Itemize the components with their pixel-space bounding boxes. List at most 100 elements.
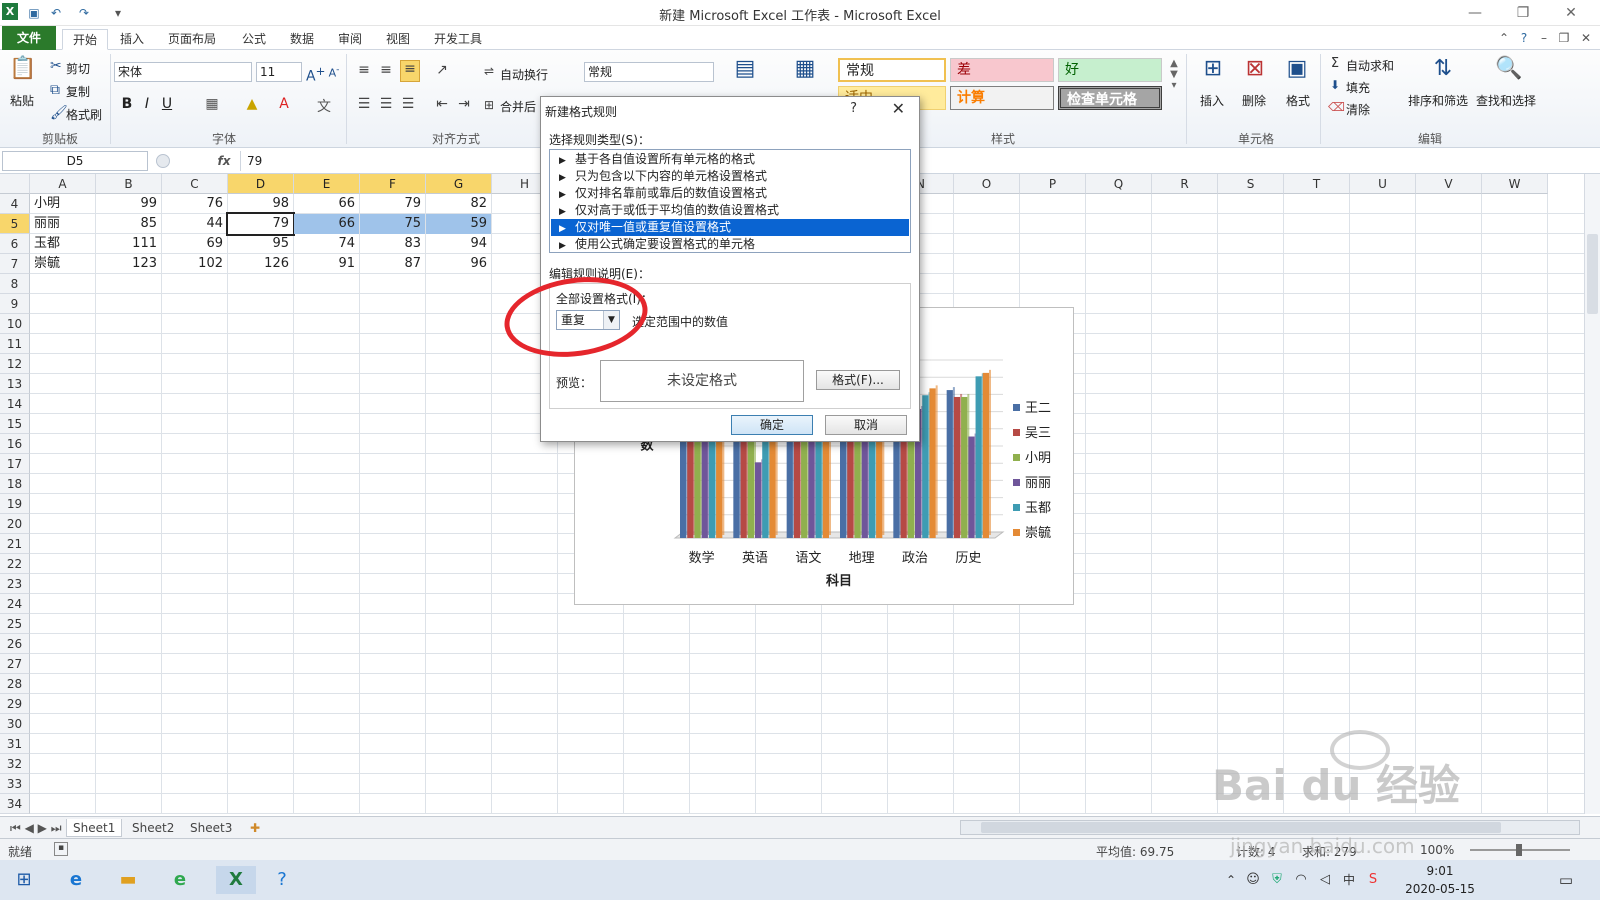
styles-scroll-icon[interactable]: ▲ ▼ ▾ bbox=[1168, 58, 1180, 91]
tab-view[interactable]: 视图 bbox=[376, 29, 420, 50]
font-name-select[interactable]: 宋体 bbox=[114, 62, 252, 82]
column-header-d[interactable]: D bbox=[228, 174, 294, 194]
cell-value[interactable]: 79 bbox=[360, 194, 425, 214]
cell-name[interactable]: 小明 bbox=[30, 194, 96, 214]
tab-formulas[interactable]: 公式 bbox=[232, 29, 276, 50]
rule-type-item[interactable]: ▶ 仅对高于或低于平均值的数值设置格式 bbox=[551, 202, 909, 219]
vertical-scroll-thumb[interactable] bbox=[1587, 234, 1598, 314]
dialog-close-icon[interactable]: ✕ bbox=[892, 99, 905, 118]
align-left-icon[interactable]: ☰ bbox=[356, 96, 372, 112]
style-calculation[interactable]: 计算 bbox=[950, 86, 1054, 110]
row-header-17[interactable]: 17 bbox=[0, 454, 30, 474]
row-header-15[interactable]: 15 bbox=[0, 414, 30, 434]
row-header-5[interactable]: 5 bbox=[0, 214, 30, 234]
row-header-18[interactable]: 18 bbox=[0, 474, 30, 494]
row-header-20[interactable]: 20 bbox=[0, 514, 30, 534]
dialog-help-icon[interactable]: ? bbox=[850, 101, 857, 116]
cell-value[interactable]: 66 bbox=[294, 194, 359, 214]
cell-value[interactable]: 82 bbox=[426, 194, 491, 214]
column-header-r[interactable]: R bbox=[1152, 174, 1218, 194]
align-top-icon[interactable]: ≡ bbox=[356, 62, 372, 78]
align-bottom-icon[interactable]: ≡ bbox=[400, 60, 420, 82]
orientation-icon[interactable]: ↗ bbox=[434, 62, 450, 78]
formula-cancel-icon[interactable] bbox=[156, 154, 170, 168]
column-header-c[interactable]: C bbox=[162, 174, 228, 194]
tab-page-layout[interactable]: 页面布局 bbox=[158, 29, 226, 50]
doc-close-icon[interactable]: ✕ bbox=[1578, 29, 1594, 47]
format-cells-button[interactable]: 格式 bbox=[1286, 92, 1310, 109]
volume-icon[interactable]: ◁ bbox=[1316, 866, 1334, 894]
row-header-31[interactable]: 31 bbox=[0, 734, 30, 754]
row-header-23[interactable]: 23 bbox=[0, 574, 30, 594]
align-middle-icon[interactable]: ≡ bbox=[378, 62, 394, 78]
italic-icon[interactable]: I bbox=[140, 96, 154, 112]
row-header-27[interactable]: 27 bbox=[0, 654, 30, 674]
conditional-format-icon[interactable]: ▤ bbox=[730, 56, 760, 81]
table-format-icon[interactable]: ▦ bbox=[790, 56, 820, 81]
phonetic-icon[interactable]: 文 bbox=[316, 96, 332, 116]
browser-icon[interactable]: e bbox=[166, 866, 194, 894]
cell-value[interactable]: 126 bbox=[228, 254, 293, 274]
fill-color-icon[interactable]: ▲ bbox=[244, 96, 260, 112]
tab-insert[interactable]: 插入 bbox=[110, 29, 154, 50]
column-header-a[interactable]: A bbox=[30, 174, 96, 194]
tab-file[interactable]: 文件 bbox=[2, 26, 56, 50]
row-header-4[interactable]: 4 bbox=[0, 194, 30, 214]
rule-type-list[interactable]: ▶ 基于各自值设置所有单元格的格式 ▶ 只为包含以下内容的单元格设置格式 ▶ 仅对排名靠前… bbox=[549, 149, 911, 253]
sheet-tab-1[interactable]: Sheet1 bbox=[66, 819, 123, 837]
cell-value[interactable]: 94 bbox=[426, 234, 491, 254]
tab-review[interactable]: 审阅 bbox=[328, 29, 372, 50]
bold-icon[interactable]: B bbox=[120, 96, 134, 112]
column-header-f[interactable]: F bbox=[360, 174, 426, 194]
style-normal[interactable]: 常规 bbox=[838, 58, 946, 82]
vertical-scrollbar[interactable] bbox=[1584, 174, 1600, 814]
ribbon-collapse-icon[interactable]: ⌃ bbox=[1496, 29, 1512, 47]
cell-value[interactable]: 96 bbox=[426, 254, 491, 274]
row-header-11[interactable]: 11 bbox=[0, 334, 30, 354]
column-header-w[interactable]: W bbox=[1482, 174, 1548, 194]
ok-button[interactable]: 确定 bbox=[731, 415, 813, 435]
sheet-tab-3[interactable]: Sheet3 bbox=[184, 819, 238, 837]
cell-value[interactable]: 59 bbox=[426, 214, 491, 234]
cell-value[interactable]: 123 bbox=[96, 254, 161, 274]
row-header-32[interactable]: 32 bbox=[0, 754, 30, 774]
sheet-nav-icon[interactable]: ⏮ ◀ ▶ ⏭ bbox=[4, 819, 68, 837]
file-explorer-icon[interactable]: ▬ bbox=[114, 866, 142, 894]
tab-home[interactable]: 开始 bbox=[62, 29, 109, 50]
minimize-icon[interactable]: — bbox=[1460, 3, 1490, 23]
row-header-24[interactable]: 24 bbox=[0, 594, 30, 614]
edge-browser-icon[interactable]: e bbox=[62, 866, 90, 894]
column-header-s[interactable]: S bbox=[1218, 174, 1284, 194]
help-icon[interactable]: ? bbox=[1516, 29, 1532, 47]
cell-value[interactable]: 74 bbox=[294, 234, 359, 254]
tray-expand-icon[interactable]: ⌃ bbox=[1224, 866, 1238, 894]
cell-value[interactable]: 111 bbox=[96, 234, 161, 254]
insert-cells-button[interactable]: 插入 bbox=[1200, 92, 1224, 109]
row-header-8[interactable]: 8 bbox=[0, 274, 30, 294]
column-header-e[interactable]: E bbox=[294, 174, 360, 194]
format-button[interactable]: 格式(F)... bbox=[816, 370, 900, 390]
row-header-30[interactable]: 30 bbox=[0, 714, 30, 734]
style-good[interactable]: 好 bbox=[1058, 58, 1162, 82]
underline-icon[interactable]: U bbox=[160, 96, 174, 112]
style-bad[interactable]: 差 bbox=[950, 58, 1054, 82]
column-header-q[interactable]: Q bbox=[1086, 174, 1152, 194]
find-select-button[interactable]: 查找和选择 bbox=[1476, 92, 1536, 109]
security-icon[interactable]: ⛨ bbox=[1268, 866, 1286, 894]
decrease-indent-icon[interactable]: ⇤ bbox=[434, 96, 450, 112]
close-icon[interactable]: ✕ bbox=[1556, 3, 1586, 23]
cut-button[interactable]: 剪切 bbox=[66, 60, 90, 77]
clear-button[interactable]: 清除 bbox=[1346, 101, 1370, 118]
row-header-13[interactable]: 13 bbox=[0, 374, 30, 394]
row-header-7[interactable]: 7 bbox=[0, 254, 30, 274]
cell-value[interactable]: 95 bbox=[228, 234, 293, 254]
increase-indent-icon[interactable]: ⇥ bbox=[456, 96, 472, 112]
row-header-6[interactable]: 6 bbox=[0, 234, 30, 254]
sogou-icon[interactable]: S bbox=[1364, 866, 1382, 894]
new-sheet-icon[interactable]: ✚ bbox=[244, 819, 266, 837]
paste-icon[interactable]: 📋 bbox=[8, 56, 38, 81]
format-painter-button[interactable]: 格式刷 bbox=[66, 106, 102, 123]
copy-button[interactable]: 复制 bbox=[66, 83, 90, 100]
help-app-icon[interactable]: ? bbox=[268, 866, 296, 894]
ime-icon[interactable]: 中 bbox=[1340, 866, 1358, 894]
